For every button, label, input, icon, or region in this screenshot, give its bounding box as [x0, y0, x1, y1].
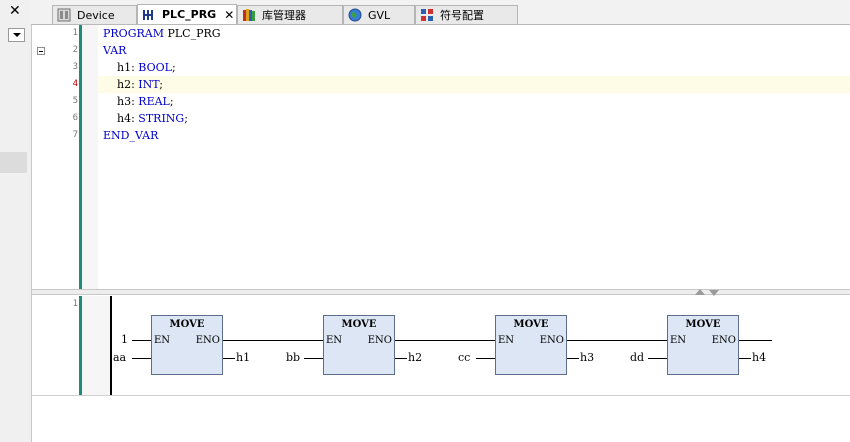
line-number: 1	[72, 28, 78, 38]
tab-label: GVL	[368, 8, 391, 22]
block-name: MOVE	[169, 319, 205, 330]
tab-label: 符号配置	[440, 9, 484, 22]
eno-pin: ENO	[195, 335, 220, 346]
output-variable[interactable]: h4	[752, 352, 766, 364]
editor-splitter[interactable]	[32, 289, 850, 296]
wire	[395, 358, 407, 359]
left-panel: ✕	[0, 0, 32, 442]
device-icon	[57, 8, 71, 22]
output-variable[interactable]: h1	[236, 352, 250, 364]
tab-gvl[interactable]: GVL	[343, 5, 415, 24]
move-block[interactable]: MOVE EN ENO	[151, 315, 223, 375]
move-block[interactable]: MOVE EN ENO	[323, 315, 395, 375]
program-icon	[142, 8, 156, 22]
move-block[interactable]: MOVE EN ENO	[495, 315, 567, 375]
line-number: 7	[72, 130, 78, 140]
code-line[interactable]: h4: STRING;	[103, 110, 188, 127]
wire	[648, 358, 668, 359]
network-margin	[82, 296, 110, 395]
line-number: 3	[72, 62, 78, 72]
tab-plc-prg[interactable]: PLC_PRG ✕	[137, 4, 237, 24]
en-input-label[interactable]: 1	[121, 334, 128, 346]
library-icon	[242, 8, 256, 22]
globe-icon	[348, 8, 362, 22]
declaration-editor[interactable]: 1 2 3 4 5 6 7 PROGRAM PLC_PRG VAR h1: BO…	[32, 25, 850, 289]
line-number-gutter: 1 2 3 4 5 6 7	[32, 25, 79, 289]
tab-symbol-config[interactable]: 符号配置	[415, 5, 518, 24]
output-variable[interactable]: h2	[408, 352, 422, 364]
wire	[567, 358, 579, 359]
wire	[132, 358, 152, 359]
collapse-toggle-icon[interactable]	[37, 47, 45, 55]
tab-label: PLC_PRG	[162, 8, 217, 21]
wire	[739, 340, 772, 341]
network-divider	[32, 395, 850, 396]
tab-library-manager[interactable]: 库管理器	[237, 5, 343, 24]
move-block[interactable]: MOVE EN ENO	[667, 315, 739, 375]
en-pin: EN	[498, 335, 515, 346]
block-name: MOVE	[341, 319, 377, 330]
current-line-highlight	[98, 76, 850, 93]
wire	[223, 340, 323, 341]
panel-dropdown-button[interactable]	[8, 28, 25, 42]
wire	[739, 358, 751, 359]
input-variable[interactable]: dd	[630, 352, 644, 364]
line-number-current: 4	[72, 79, 78, 89]
input-variable[interactable]: bb	[286, 352, 300, 364]
block-name: MOVE	[513, 319, 549, 330]
close-panel-icon[interactable]: ✕	[9, 3, 21, 19]
tab-device[interactable]: Device	[52, 5, 137, 24]
en-pin: EN	[154, 335, 171, 346]
wire	[395, 340, 495, 341]
symbol-config-icon	[420, 8, 434, 22]
code-line[interactable]: h2: INT;	[103, 76, 163, 93]
eno-pin: ENO	[711, 335, 736, 346]
block-name: MOVE	[685, 319, 721, 330]
input-variable[interactable]: aa	[113, 352, 126, 364]
wire	[132, 340, 152, 341]
fbd-network[interactable]: 1 1 aa MOVE EN ENO h1 bb MOVE EN ENO h2 …	[32, 296, 850, 396]
left-power-rail	[110, 296, 112, 396]
input-variable[interactable]: cc	[458, 352, 470, 364]
wire	[476, 358, 496, 359]
tab-label: Device	[77, 8, 115, 22]
code-line[interactable]: VAR	[103, 42, 126, 59]
editor-tab-bar: Device PLC_PRG ✕ 库管理器 GVL 符号配置	[31, 0, 850, 25]
code-line[interactable]: h3: REAL;	[103, 93, 174, 110]
network-number: 1	[72, 299, 78, 309]
en-pin: EN	[670, 335, 687, 346]
line-number: 6	[72, 113, 78, 123]
output-variable[interactable]: h3	[580, 352, 594, 364]
panel-selected-row[interactable]	[0, 152, 27, 173]
wire	[304, 358, 324, 359]
line-number: 5	[72, 96, 78, 106]
splitter-up-arrow-icon[interactable]	[695, 289, 705, 295]
wire	[223, 358, 235, 359]
eno-pin: ENO	[367, 335, 392, 346]
tab-label: 库管理器	[262, 9, 306, 22]
line-number: 2	[72, 45, 78, 55]
close-tab-icon[interactable]: ✕	[224, 8, 234, 22]
code-line[interactable]: PROGRAM PLC_PRG	[103, 25, 221, 42]
en-pin: EN	[326, 335, 343, 346]
code-line[interactable]: h1: BOOL;	[103, 59, 176, 76]
eno-pin: ENO	[539, 335, 564, 346]
folding-margin	[82, 25, 98, 289]
code-line[interactable]: END_VAR	[103, 127, 158, 144]
wire	[567, 340, 667, 341]
